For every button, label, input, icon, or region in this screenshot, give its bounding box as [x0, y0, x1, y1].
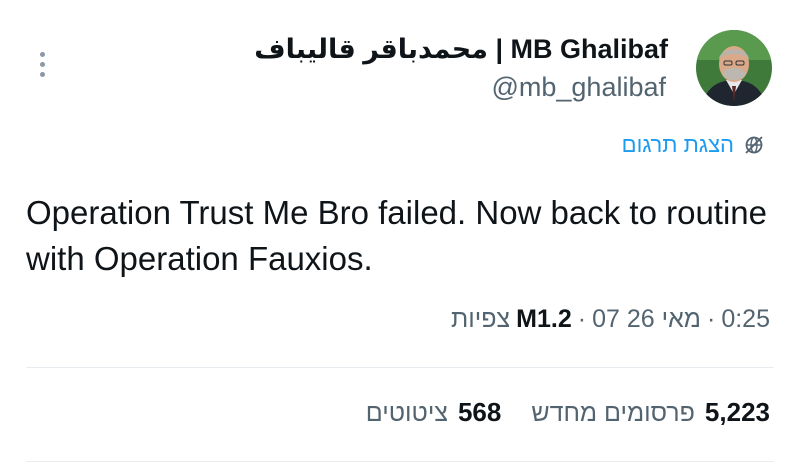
tweet-time[interactable]: 0:25 — [721, 305, 770, 334]
divider — [26, 367, 774, 368]
engagement-stats: 5,223 פרסומים מחדש 568 ציטוטים — [366, 397, 770, 428]
quotes-label: ציטוטים — [365, 399, 448, 427]
author-handle[interactable]: @mb_ghalibaf — [491, 72, 666, 103]
reposts-count: 5,223 — [704, 397, 770, 427]
divider — [26, 461, 774, 462]
avatar[interactable] — [696, 30, 772, 106]
author-display-name[interactable]: محمدباقر قالیباف | MB Ghalibaf — [254, 34, 668, 65]
show-translation-label: הצגת תרגום — [621, 132, 734, 157]
reposts-stat[interactable]: 5,223 פרסומים מחדש — [531, 397, 770, 428]
more-dot — [39, 51, 45, 57]
tweet-date[interactable]: 07 מאי 26 — [592, 305, 701, 334]
quotes-count: 568 — [457, 397, 502, 427]
views-count[interactable]: M1.2 — [516, 305, 572, 334]
quotes-stat[interactable]: 568 ציטוטים — [366, 397, 502, 428]
tweet-text: Operation Trust Me Bro failed. Now back … — [26, 194, 768, 277]
avatar-image — [696, 30, 772, 106]
tweet-meta: 0:25 · 07 מאי 26 · M1.2 צפיות — [451, 305, 770, 334]
more-dot — [39, 61, 45, 67]
show-translation-link[interactable]: הצגת תרגום — [622, 132, 766, 158]
reposts-label: פרסומים מחדש — [531, 399, 695, 427]
more-options-button[interactable] — [30, 48, 54, 80]
meta-separator: · — [707, 305, 716, 333]
meta-separator: · — [577, 305, 587, 333]
globe-slash-icon — [745, 136, 763, 154]
more-dot — [39, 71, 45, 77]
views-label: צפיות — [451, 305, 511, 333]
